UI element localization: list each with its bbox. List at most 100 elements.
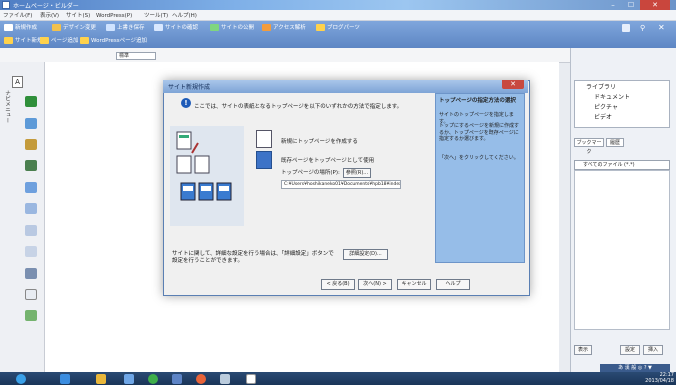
help-title: トップページの指定方法の選択: [439, 98, 516, 104]
map-icon[interactable]: [25, 310, 37, 321]
dialog-titlebar: [163, 80, 528, 93]
existing-page-icon[interactable]: [256, 151, 272, 169]
cancel-button[interactable]: キャンセル: [397, 279, 431, 290]
page-add-label: ページ追加: [51, 38, 79, 44]
menu-help[interactable]: ヘルプ(H): [172, 11, 197, 21]
clock: 22:17 2013/04/18: [640, 372, 674, 384]
form-icon[interactable]: [25, 203, 37, 214]
menu-site[interactable]: サイト(S): [66, 11, 90, 21]
tab-bookmark[interactable]: ブックマーク: [574, 138, 604, 155]
view-button[interactable]: 表示: [574, 345, 592, 355]
app-icon: [2, 1, 10, 9]
dialog-close-button[interactable]: ✕: [502, 80, 524, 89]
page-add-icon: [40, 37, 49, 44]
help-body: トップにするページを新規に作成するか、トップページを既存ページに指定するか選びま…: [439, 123, 519, 142]
design-change-button[interactable]: デザイン変更: [52, 24, 96, 33]
tree-documents[interactable]: ドキュメント: [594, 92, 630, 101]
dialog-instruction: ここでは、サイトの表紙となるトップページを以下のいずれかの方法で指定します。: [194, 104, 403, 110]
dialog-title: サイト新規作成: [168, 84, 211, 91]
top-page-path-label: トップページの場所(P):: [281, 170, 340, 176]
person-icon[interactable]: [25, 96, 37, 107]
tree-pictures[interactable]: ピクチャ: [594, 102, 618, 111]
publish-label: サイトの公開: [221, 25, 255, 31]
page-add-button[interactable]: ページ追加: [40, 37, 78, 46]
blog-parts-icon: [316, 24, 325, 31]
window-titlebar: [0, 0, 676, 10]
option-existing-page[interactable]: 既存ページをトップページとして使用: [281, 156, 374, 164]
site-check-button[interactable]: サイトの確認: [154, 24, 198, 33]
list-icon[interactable]: [25, 246, 37, 257]
close-toolbar-icon[interactable]: ✕: [658, 23, 665, 32]
new-label: 新規作成: [15, 25, 38, 31]
next-button[interactable]: 次へ(N) >: [358, 279, 392, 290]
clock-date: 2013/04/18: [645, 377, 674, 384]
table-icon[interactable]: [25, 225, 37, 236]
site-new-icon: [4, 37, 13, 44]
menu-file[interactable]: ファイル(F): [3, 11, 32, 21]
movie-icon[interactable]: [25, 160, 37, 171]
close-button[interactable]: ✕: [640, 0, 670, 10]
help-button[interactable]: ヘルプ: [436, 279, 470, 290]
hpb-icon[interactable]: [246, 374, 256, 384]
tree-videos[interactable]: ビデオ: [594, 112, 612, 121]
page-icon[interactable]: [25, 289, 37, 300]
tag-select[interactable]: 標準: [116, 52, 156, 60]
ime-bar[interactable]: あ 漢 般 ◎ ? ▼: [600, 364, 670, 372]
settings-icon[interactable]: [622, 24, 630, 32]
media-icon[interactable]: [124, 374, 134, 384]
settings-button[interactable]: 設定: [620, 345, 640, 355]
site-structure-illustration: [170, 126, 244, 226]
tree-library[interactable]: ライブラリ: [586, 82, 616, 91]
insert-button[interactable]: 挿入: [643, 345, 663, 355]
site-check-icon: [154, 24, 163, 31]
detail-settings-text: サイトに関して、詳細な設定を行う場合は、「詳細設定」ボタンで設定を行うことができ…: [172, 251, 334, 264]
tab-history[interactable]: 履歴: [606, 138, 624, 147]
help-next-hint: 「次へ」をクリックしてください。: [439, 155, 519, 161]
save-icon: [106, 24, 115, 31]
site-new-label: サイト新規: [15, 38, 43, 44]
app-tool-icon[interactable]: [220, 374, 230, 384]
site-publish-button[interactable]: サイトの公開: [210, 24, 254, 33]
analytics-button[interactable]: アクセス解析: [262, 24, 306, 33]
app-green-icon[interactable]: [148, 374, 158, 384]
menu-wordpress[interactable]: WordPress(P): [96, 11, 132, 21]
ie-icon[interactable]: [60, 374, 70, 384]
app-orange-icon[interactable]: [196, 374, 206, 384]
save-button[interactable]: 上書き保存: [106, 24, 145, 33]
browse-button[interactable]: 参照(R)...: [343, 168, 371, 178]
minimize-button[interactable]: –: [604, 0, 622, 10]
text-tool-icon[interactable]: A: [12, 76, 23, 88]
design-label: デザイン変更: [63, 25, 97, 31]
app-blue-icon[interactable]: [172, 374, 182, 384]
start-icon[interactable]: [16, 374, 26, 384]
top-page-path-field[interactable]: C:¥Users¥hoshikaneko01¥Documents¥hpb18¥i…: [281, 180, 401, 189]
pin-icon[interactable]: ⚲: [640, 24, 645, 32]
new-page-icon: [4, 24, 13, 31]
detail-settings-button[interactable]: 詳細設定(D)...: [343, 249, 388, 260]
camera-icon[interactable]: [25, 182, 37, 193]
option-new-top-page[interactable]: 新規にトップページを作成する: [281, 137, 358, 145]
file-list[interactable]: [574, 170, 670, 330]
new-button[interactable]: 新規作成: [4, 24, 37, 33]
publish-icon: [210, 24, 219, 31]
device-icon[interactable]: [25, 268, 37, 279]
image-icon[interactable]: [25, 118, 37, 129]
wp-page-add-button[interactable]: WordPressページ追加: [80, 37, 147, 46]
analytics-icon: [262, 24, 271, 31]
explorer-icon[interactable]: [96, 374, 106, 384]
maximize-button[interactable]: ☐: [622, 0, 640, 10]
wp-page-add-label: WordPressページ追加: [91, 38, 148, 44]
blog-parts-button[interactable]: ブログパーツ: [316, 24, 360, 33]
pen-icon[interactable]: [25, 139, 37, 150]
new-page-icon[interactable]: [256, 130, 272, 148]
blog-parts-label: ブログパーツ: [327, 25, 360, 31]
menu-view[interactable]: 表示(V): [40, 11, 59, 21]
file-type-dropdown[interactable]: すべてのファイル (*.*): [574, 160, 670, 170]
wp-page-add-icon: [80, 37, 89, 44]
menu-tools[interactable]: ツール(T): [144, 11, 168, 21]
design-icon: [52, 24, 61, 31]
info-icon: !: [181, 98, 191, 108]
site-new-button[interactable]: サイト新規: [4, 37, 43, 46]
back-button[interactable]: < 戻る(B): [321, 279, 355, 290]
window-title: ホームページ・ビルダー: [13, 3, 79, 10]
